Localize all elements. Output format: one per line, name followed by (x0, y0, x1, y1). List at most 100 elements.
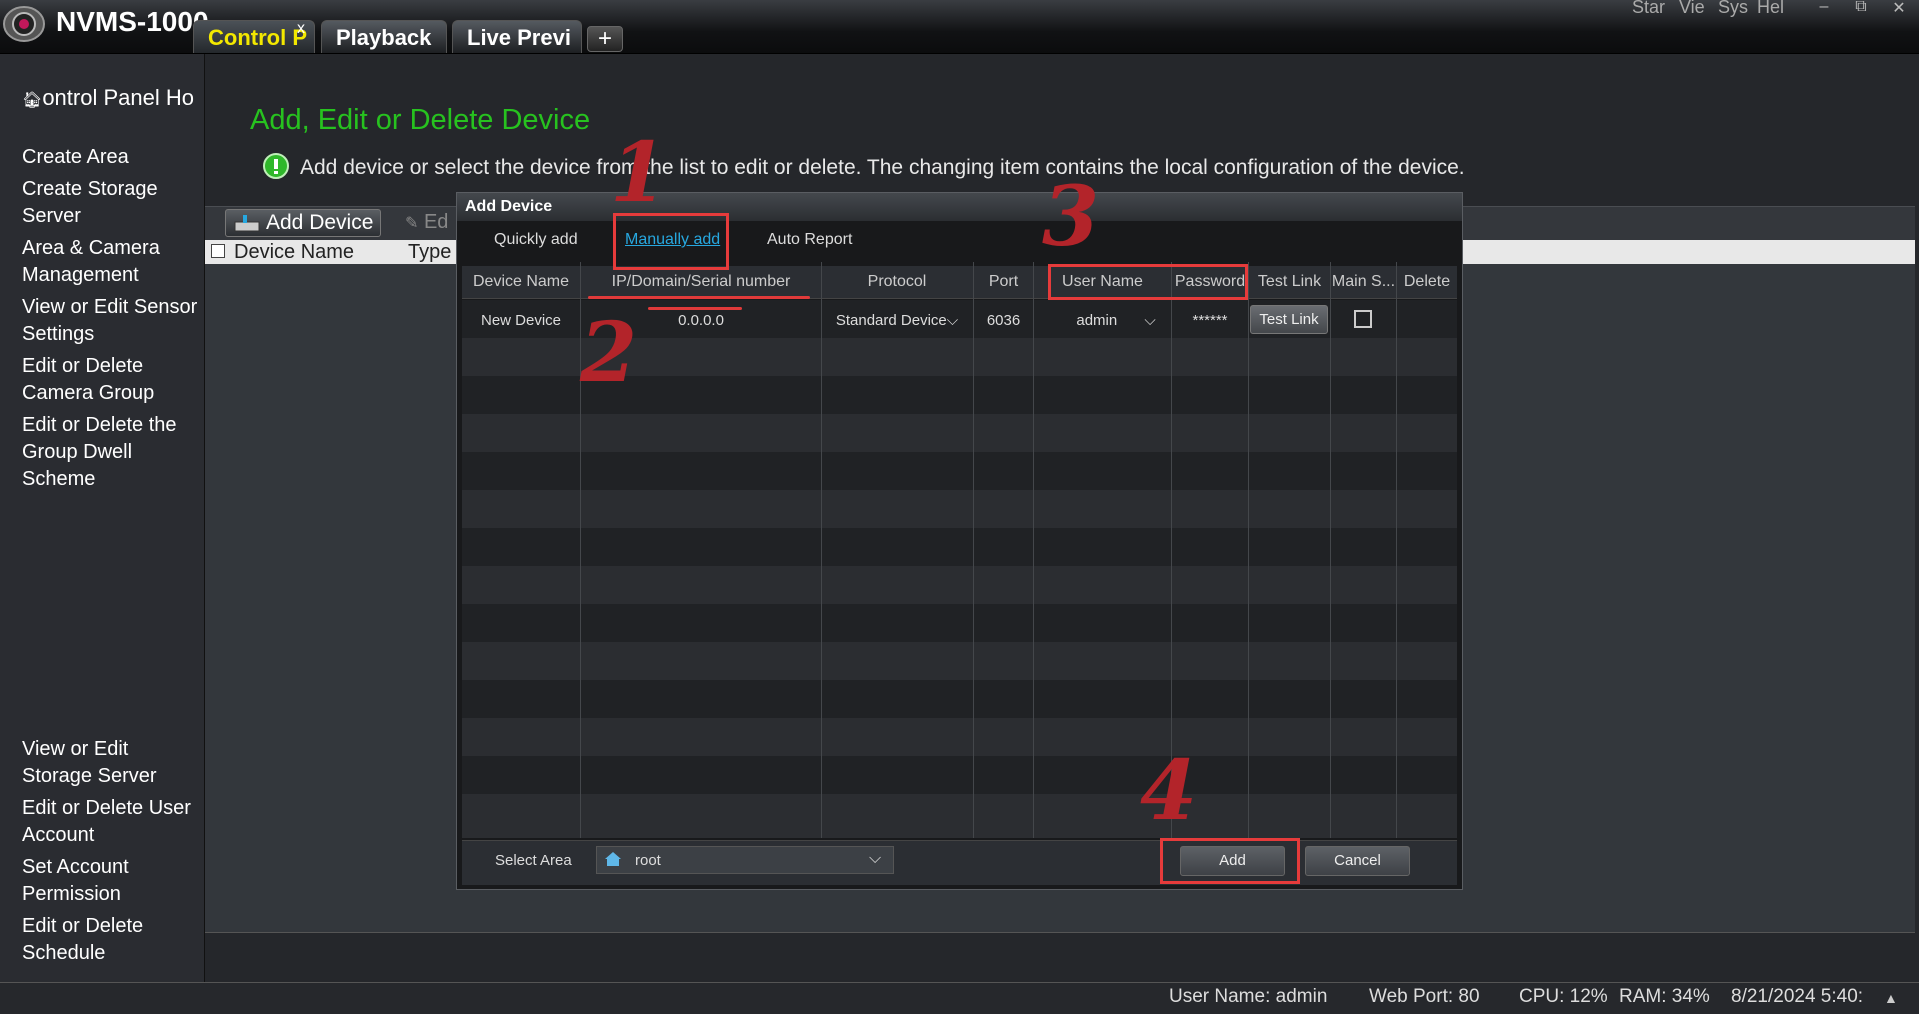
chevron-down-icon: ⌵ (1144, 312, 1156, 329)
sidebar-item-create-area[interactable]: Create Area (22, 144, 202, 171)
grid-divider (1033, 262, 1034, 838)
menu-system[interactable]: Sys (1718, 0, 1748, 18)
empty-row (462, 718, 1457, 756)
add-tab-button[interactable]: + (587, 26, 623, 52)
sidebar-item-camera-group[interactable]: Edit or Delete Camera Group (22, 353, 202, 407)
main-stream-checkbox[interactable] (1354, 310, 1372, 328)
grid-divider (821, 262, 822, 838)
status-user: User Name: admin (1169, 986, 1328, 1007)
status-cpu: CPU: 12% (1519, 986, 1608, 1007)
pencil-icon: ✎ (405, 215, 419, 232)
camera-logo-icon (3, 6, 45, 42)
page-title: Add, Edit or Delete Device (250, 104, 591, 136)
tab-label: Live Previ (467, 25, 571, 50)
home-icon: 🏠︎ (22, 92, 43, 109)
sidebar-home-label: ontrol Panel Ho (42, 85, 194, 110)
add-device-icon (234, 215, 260, 232)
user-name-select[interactable]: admin ⌵ (1034, 312, 1171, 329)
tab-label: Playback (336, 25, 432, 50)
annotation-box-add-button (1160, 838, 1300, 884)
password-cell[interactable]: ****** (1172, 312, 1248, 329)
annotation-number-1: 1 (610, 125, 668, 221)
protocol-select[interactable]: Standard Device⌵ (822, 312, 972, 329)
col-protocol: Protocol (867, 273, 927, 290)
empty-row (462, 642, 1457, 680)
tab-live-preview[interactable]: Live Previ (452, 20, 582, 53)
annotation-underline (588, 296, 810, 299)
select-area-label: Select Area (495, 852, 572, 869)
app-title: NVMS-1000 (56, 6, 209, 37)
sidebar-item-schedule[interactable]: Edit or Delete Schedule (22, 913, 202, 967)
annotation-number-2: 2 (580, 305, 638, 401)
select-all-checkbox[interactable] (211, 244, 225, 258)
column-device-name[interactable]: Device Name (234, 241, 354, 264)
test-link-button[interactable]: Test Link (1250, 305, 1328, 334)
menu-start[interactable]: Star (1632, 0, 1665, 18)
annotation-box-manual-tab (613, 213, 729, 270)
empty-row (462, 452, 1457, 490)
tab-playback[interactable]: Playback (321, 20, 447, 53)
col-port: Port (988, 273, 1019, 290)
annotation-underline (648, 307, 742, 310)
sidebar-item-group-dwell-scheme[interactable]: Edit or Delete the Group Dwell Scheme (22, 412, 202, 493)
dialog-title: Add Device (465, 198, 553, 215)
status-expand-icon[interactable]: ▲ (1884, 990, 1898, 1006)
empty-row (462, 490, 1457, 528)
info-bubble-icon (263, 153, 289, 179)
sidebar-item-create-storage-server[interactable]: Create Storage Server (22, 176, 202, 230)
tab-close-icon[interactable]: x (297, 20, 305, 38)
close-button[interactable]: ✕ (1888, 0, 1910, 17)
col-device-name: Device Name (472, 273, 570, 290)
sidebar-item-sensor-settings[interactable]: View or Edit Sensor Settings (22, 294, 202, 348)
user-name-value: admin (1076, 312, 1118, 329)
protocol-value: Standard Device (835, 312, 947, 329)
dialog-titlebar (457, 193, 1462, 221)
empty-row (462, 756, 1457, 794)
chevron-down-icon[interactable]: ⌵ (869, 850, 881, 868)
sidebar-item-account-permission[interactable]: Set Account Permission (22, 854, 202, 908)
col-ip-domain-serial: IP/Domain/Serial number (611, 273, 791, 290)
sidebar-home[interactable]: 🏠︎ontrol Panel Ho (22, 85, 194, 111)
tab-quickly-add[interactable]: Quickly add (494, 231, 578, 249)
device-name-cell[interactable]: New Device (462, 312, 580, 329)
column-type[interactable]: Type (408, 241, 451, 264)
add-device-button[interactable]: Add Device (225, 209, 381, 237)
sidebar-item-user-account[interactable]: Edit or Delete User Account (22, 795, 202, 849)
empty-row (462, 528, 1457, 566)
empty-row (462, 414, 1457, 452)
minimize-button[interactable]: – (1813, 0, 1835, 16)
col-delete: Delete (1403, 273, 1451, 290)
cancel-button[interactable]: Cancel (1305, 846, 1410, 876)
col-main-stream: Main S... (1331, 273, 1396, 290)
status-ram: RAM: 34% (1619, 986, 1710, 1007)
page-description: Add device or select the device from the… (300, 156, 1465, 179)
annotation-number-4: 4 (1140, 743, 1198, 839)
grid-divider (1330, 262, 1331, 838)
add-device-label: Add Device (266, 211, 374, 234)
chevron-down-icon: ⌵ (946, 312, 959, 329)
empty-row (462, 680, 1457, 718)
menu-view[interactable]: Vie (1679, 0, 1705, 18)
sidebar-item-storage-server[interactable]: View or Edit Storage Server (22, 736, 202, 790)
area-value: root (635, 852, 661, 869)
status-datetime: 8/21/2024 5:40: (1731, 986, 1864, 1007)
home-icon (605, 852, 621, 866)
annotation-number-3: 3 (1042, 169, 1100, 265)
edit-label: Ed (423, 211, 449, 233)
grid-divider (1396, 262, 1397, 838)
edit-button[interactable]: ✎ Ed (405, 211, 448, 234)
grid-divider (973, 262, 974, 838)
menu-help[interactable]: Hel (1757, 0, 1784, 18)
restore-button[interactable]: ⧉ (1850, 0, 1872, 16)
port-cell[interactable]: 6036 (974, 312, 1033, 329)
annotation-box-credentials (1048, 264, 1248, 300)
tab-label: Control P (208, 25, 307, 50)
empty-row (462, 794, 1457, 838)
tab-auto-report[interactable]: Auto Report (767, 231, 852, 249)
grid-divider (1248, 262, 1249, 838)
col-test-link: Test Link (1257, 273, 1322, 290)
status-port: Web Port: 80 (1369, 986, 1480, 1007)
sidebar-item-area-camera-management[interactable]: Area & Camera Management (22, 235, 202, 289)
empty-row (462, 604, 1457, 642)
empty-row (462, 566, 1457, 604)
